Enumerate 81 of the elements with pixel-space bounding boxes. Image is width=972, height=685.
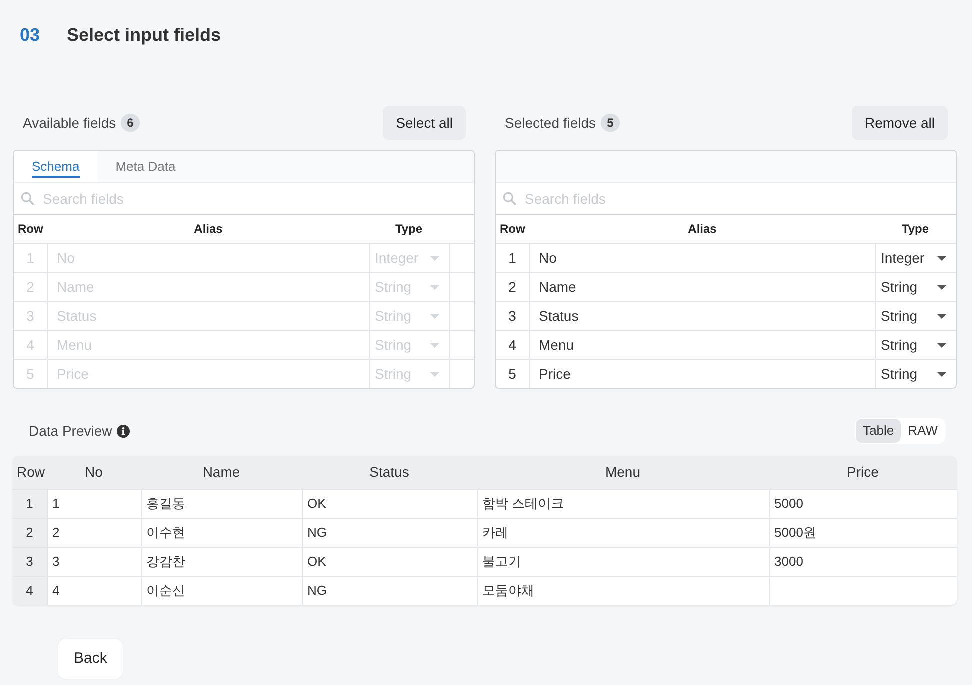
table-cell: 3	[47, 547, 141, 576]
row-number: 1	[496, 243, 530, 272]
alias-cell: Price	[530, 359, 875, 388]
row-number: 3	[496, 301, 530, 330]
blank-cell	[449, 301, 474, 330]
column-header: Price	[769, 456, 957, 489]
count-badge: 6	[121, 114, 140, 132]
row-number: 1	[13, 489, 47, 518]
remove-all-button[interactable]: Remove all	[852, 106, 948, 140]
column-header: Row	[13, 456, 47, 489]
row-number: 2	[13, 518, 47, 547]
caret-icon	[937, 314, 947, 318]
caret-icon	[937, 372, 947, 376]
table-cell: 불고기	[477, 547, 769, 576]
column-header: No	[47, 456, 141, 489]
toggle-option[interactable]: Table	[856, 419, 902, 443]
column-header: Status	[302, 456, 477, 489]
column-header: Row	[499, 221, 526, 238]
page-title: Select input fields	[67, 24, 222, 47]
tab[interactable]: Schema	[14, 151, 98, 182]
count-badge: 5	[601, 114, 620, 132]
table-cell: NG	[302, 518, 477, 547]
blank-cell	[449, 330, 474, 359]
column-header: Type	[394, 221, 424, 238]
caret-icon	[430, 256, 440, 260]
select-all-button[interactable]: Select all	[383, 106, 466, 140]
alias-cell: Menu	[530, 330, 875, 359]
column-header: Alias	[687, 221, 718, 238]
type-select[interactable]: String	[875, 272, 956, 301]
search-icon	[21, 192, 34, 205]
column-header: Name	[141, 456, 302, 489]
alias-cell: Status	[530, 301, 875, 330]
back-button[interactable]: Back	[58, 639, 124, 679]
blank-cell	[449, 272, 474, 301]
table-cell: 5000	[769, 489, 957, 518]
table-cell: 모둠야채	[477, 576, 769, 605]
table-cell: 이순신	[141, 576, 302, 605]
tab[interactable]: Meta Data	[98, 151, 194, 182]
type-select[interactable]: String	[875, 359, 956, 388]
table-cell: 1	[47, 489, 141, 518]
alias-cell: Name	[530, 272, 875, 301]
section-label: Available fields	[23, 114, 116, 132]
step-number: 03	[20, 24, 42, 46]
table-cell: 함박 스테이크	[477, 489, 769, 518]
table-cell: OK	[302, 547, 477, 576]
blank-cell	[449, 243, 474, 272]
caret-icon	[430, 372, 440, 376]
column-header: Menu	[477, 456, 769, 489]
column-header: Alias	[193, 221, 224, 238]
info-icon	[117, 424, 130, 438]
caret-icon	[430, 284, 440, 290]
table-cell: 4	[47, 576, 141, 605]
caret-icon	[937, 284, 947, 290]
search-icon	[503, 192, 516, 205]
table-cell: 5000원	[769, 518, 957, 547]
table-cell: OK	[302, 489, 477, 518]
row-number: 4	[496, 330, 530, 359]
type-select[interactable]: String	[875, 330, 956, 359]
column-header: Row	[17, 221, 44, 238]
caret-icon	[430, 314, 440, 318]
table-cell: 이수현	[141, 518, 302, 547]
blank-cell	[449, 359, 474, 388]
caret-icon	[937, 256, 947, 260]
row-number: 2	[496, 272, 530, 301]
table-cell: 2	[47, 518, 141, 547]
section-label: Selected fields	[505, 114, 596, 132]
table-cell: 카레	[477, 518, 769, 547]
table-cell: 3000	[769, 547, 957, 576]
caret-icon	[430, 342, 440, 348]
row-number: 3	[13, 547, 47, 576]
caret-icon	[937, 342, 947, 348]
alias-cell: No	[530, 243, 875, 272]
row-number: 4	[13, 576, 47, 605]
table-cell: NG	[302, 576, 477, 605]
row-number: 5	[496, 359, 530, 388]
type-select[interactable]: Integer	[875, 243, 956, 272]
type-select[interactable]: String	[875, 301, 956, 330]
table-cell: 강감찬	[141, 547, 302, 576]
section-label: Data Preview	[29, 422, 112, 440]
table-cell: 홍길동	[141, 489, 302, 518]
column-header: Type	[900, 221, 930, 238]
